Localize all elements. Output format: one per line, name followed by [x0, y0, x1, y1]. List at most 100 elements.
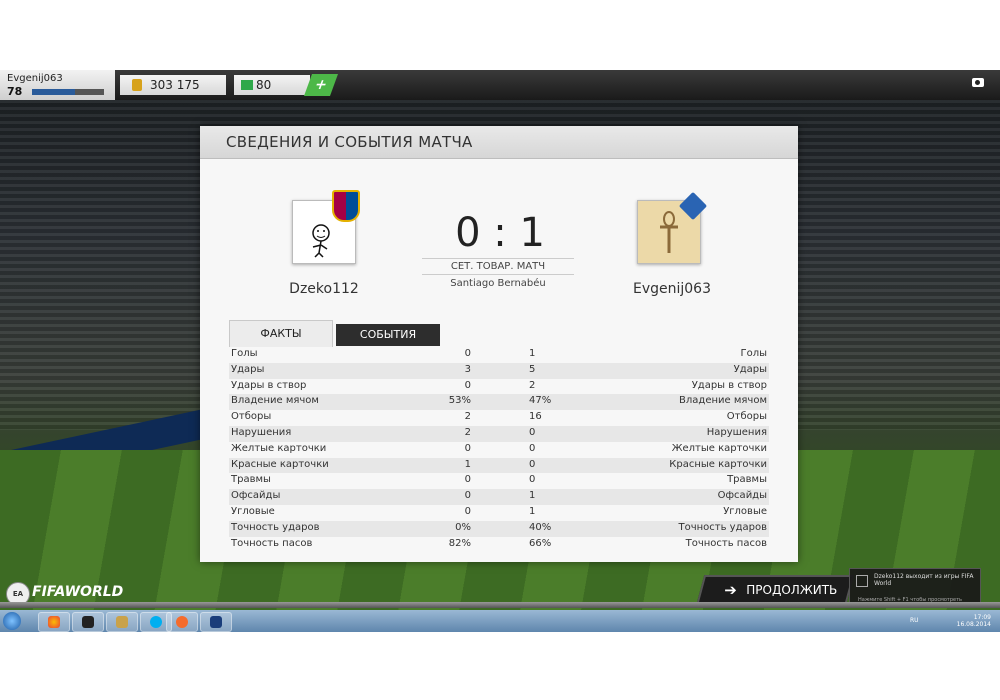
- arrow-right-icon: ➔: [724, 581, 737, 599]
- xp-bar: [32, 89, 104, 95]
- points-value: 80: [256, 78, 272, 92]
- stat-label-home: Угловые: [231, 505, 275, 517]
- stat-label-home: Удары: [231, 363, 265, 375]
- stat-value-home: 1: [464, 458, 471, 470]
- tab-facts[interactable]: ФАКТЫ: [229, 320, 333, 347]
- skype-icon: [150, 616, 162, 628]
- stat-value-home: 0%: [455, 521, 471, 533]
- coins-value: 303 175: [150, 78, 200, 92]
- stat-value-home: 3: [464, 363, 471, 375]
- camera-icon[interactable]: [972, 78, 984, 87]
- stat-value-away: 1: [529, 505, 536, 517]
- top-bar: Evgenij063 78 303 175 80 +: [0, 70, 1000, 100]
- game-screen: Evgenij063 78 303 175 80 + СВЕДЕНИЯ И СО…: [0, 70, 1000, 632]
- user-box[interactable]: Evgenij063 78: [0, 70, 115, 100]
- stat-value-away: 1: [529, 348, 536, 359]
- stat-value-home: 2: [464, 426, 471, 438]
- stat-value-away: 40%: [529, 521, 552, 533]
- stat-value-home: 0: [464, 348, 471, 359]
- stat-label-home: Точность пасов: [231, 537, 313, 549]
- stat-row: Красные карточки 1 0 Красные карточки: [229, 457, 769, 474]
- stat-label-away: Офсайды: [717, 490, 767, 502]
- taskbar-origin[interactable]: [166, 612, 198, 632]
- coins-icon: [132, 79, 142, 91]
- stat-label-away: Точность ударов: [678, 521, 767, 533]
- chrome-icon: [48, 616, 60, 628]
- away-team-name: Evgenij063: [632, 281, 711, 297]
- stat-row: Удары в створ 0 2 Удары в створ: [229, 379, 769, 395]
- stat-label-away: Нарушения: [706, 426, 767, 438]
- stat-label-away: Желтые карточки: [671, 442, 767, 454]
- logo-text: FIFAWORLD: [32, 584, 124, 600]
- stat-label-home: Желтые карточки: [231, 442, 327, 454]
- taskbar-fifaworld[interactable]: [200, 612, 232, 632]
- home-team-name: Dzeko112: [289, 281, 359, 297]
- user-level: 78: [7, 85, 23, 98]
- system-tray: RU 17:09 16.08.2014: [905, 613, 995, 629]
- stat-row: Нарушения 2 0 Нарушения: [229, 425, 769, 442]
- stat-label-home: Нарушения: [231, 426, 292, 438]
- stat-label-home: Травмы: [231, 474, 271, 486]
- origin-icon: [176, 616, 188, 628]
- coins-display: 303 175: [120, 75, 226, 95]
- stat-label-home: Владение мячом: [231, 395, 319, 407]
- start-button[interactable]: [3, 612, 21, 630]
- points-display: 80: [234, 75, 310, 95]
- stat-row: Отборы 2 16 Отборы: [229, 410, 769, 426]
- stat-value-away: 1: [529, 490, 536, 502]
- match-details-panel: СВЕДЕНИЯ И СОБЫТИЯ МАТЧА Dzeko112 Evgeni…: [200, 126, 798, 562]
- tab-events[interactable]: СОБЫТИЯ: [336, 324, 440, 346]
- stat-label-home: Голы: [231, 348, 258, 359]
- stat-label-home: Отборы: [231, 411, 272, 423]
- clock-date: 16.08.2014: [956, 621, 991, 628]
- xp-fill: [32, 89, 76, 95]
- fifa-icon: [210, 616, 222, 628]
- stat-label-away: Красные карточки: [669, 458, 767, 470]
- stadium-name: Santiago Bernabéu: [450, 278, 546, 289]
- stat-value-away: 2: [529, 379, 536, 391]
- stat-row: Владение мячом 53% 47% Владение мячом: [229, 394, 769, 411]
- stat-row: Травмы 0 0 Травмы: [229, 473, 769, 489]
- match-type: СЕТ. ТОВАР. МАТЧ: [422, 258, 574, 275]
- stat-label-away: Угловые: [723, 505, 767, 517]
- stat-label-away: Удары: [733, 363, 767, 375]
- stat-label-away: Точность пасов: [685, 537, 767, 549]
- stat-value-home: 53%: [448, 395, 471, 407]
- barcelona-badge-icon: [332, 190, 360, 222]
- points-icon: [241, 80, 253, 90]
- stat-value-away: 0: [529, 474, 536, 486]
- monitor-icon: [82, 616, 94, 628]
- stat-value-home: 2: [464, 411, 471, 423]
- username: Evgenij063: [7, 73, 63, 84]
- footer-strip: [0, 602, 1000, 608]
- continue-label: ПРОДОЛЖИТЬ: [746, 583, 838, 597]
- stat-label-home: Красные карточки: [231, 458, 329, 470]
- stats-table: Голы 0 1 Голы Удары 3 5 Удары Удары в створ 0 2 Уда…: [229, 347, 769, 552]
- stat-value-away: 0: [529, 426, 536, 438]
- stat-label-away: Владение мячом: [679, 395, 767, 407]
- stat-label-home: Офсайды: [231, 490, 281, 502]
- panel-header: СВЕДЕНИЯ И СОБЫТИЯ МАТЧА: [200, 126, 798, 159]
- language-indicator[interactable]: RU: [910, 617, 919, 624]
- stat-value-away: 0: [529, 458, 536, 470]
- taskbar-game[interactable]: [106, 612, 138, 632]
- notification-icon: [856, 575, 868, 587]
- stat-row: Угловые 0 1 Угловые: [229, 505, 769, 521]
- stat-value-home: 0: [464, 505, 471, 517]
- game-icon: [116, 616, 128, 628]
- stat-value-away: 66%: [529, 537, 552, 549]
- stat-value-away: 16: [529, 411, 542, 423]
- stat-label-away: Отборы: [726, 411, 767, 423]
- taskbar-monitor[interactable]: [72, 612, 104, 632]
- match-score: 0 : 1: [455, 210, 545, 256]
- stat-value-away: 5: [529, 363, 536, 375]
- stat-label-away: Удары в створ: [691, 379, 767, 391]
- notification-text: Dzeko112 выходит из игры FIFA World: [874, 573, 974, 587]
- clock-time: 17:09: [973, 614, 991, 621]
- taskbar-chrome[interactable]: [38, 612, 70, 632]
- stat-row: Офсайды 0 1 Офсайды: [229, 489, 769, 505]
- stat-value-away: 0: [529, 442, 536, 454]
- stat-row: Голы 0 1 Голы: [229, 347, 769, 363]
- panel-title: СВЕДЕНИЯ И СОБЫТИЯ МАТЧА: [226, 133, 473, 151]
- stat-label-home: Точность ударов: [231, 521, 320, 533]
